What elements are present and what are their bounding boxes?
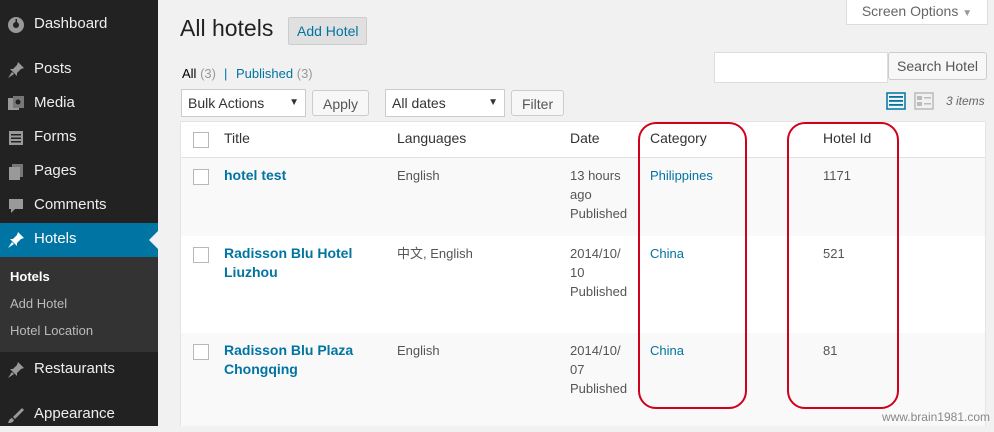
column-languages: Languages [397,130,467,146]
submenu-item-hotels[interactable]: Hotels [10,269,50,284]
list-view-icon[interactable] [886,92,906,110]
row-checkbox[interactable] [193,169,209,185]
sidebar-item-label: Pages [34,162,77,179]
hotel-title-line: Liuzhou [224,264,278,280]
hotel-date: 2014/10/ 10 Published [570,244,627,301]
screen-options-button[interactable]: Screen Options ▼ [846,0,988,25]
forms-icon [9,131,23,145]
date-line: 2014/10/ [570,246,621,261]
hotel-id-column-highlight [787,122,899,409]
date-status: Published [570,206,628,221]
caret-down-icon: ▼ [488,97,498,108]
apply-button[interactable]: Apply [312,90,370,116]
hotel-title-link[interactable]: Radisson Blu Hotel Liuzhou [224,244,352,282]
date-line: ago [570,187,592,202]
column-date[interactable]: Date [570,130,600,146]
bulk-actions-select[interactable]: Bulk Actions ▼ [181,89,306,117]
sidebar-item-comments[interactable]: Comments [0,189,158,223]
filter-published-count: (3) [296,66,313,81]
column-title[interactable]: Title [224,130,250,146]
filter-button[interactable]: Filter [511,90,565,116]
sidebar-item-pages[interactable]: Pages [0,155,158,189]
hotel-date: 2014/10/ 07 Published [570,341,627,398]
sidebar-item-media[interactable]: Media [0,87,158,121]
sidebar-item-hotels[interactable]: Hotels [0,223,158,257]
hotel-languages: English [397,343,440,358]
filter-all-label: All [182,66,197,81]
page-title: All hotels [180,15,274,41]
watermark-text: www.brain1981.com [881,410,990,424]
pin-icon [8,362,24,378]
dates-select[interactable]: All dates ▼ [385,89,505,117]
sidebar-item-label: Comments [34,196,107,213]
admin-sidebar: Dashboard Posts Media Forms Pages Commen… [0,0,158,426]
comments-icon [9,199,23,213]
sidebar-item-restaurants[interactable]: Restaurants [0,353,158,387]
caret-down-icon: ▼ [289,97,299,108]
date-line: 07 [570,362,585,377]
pages-icon [9,164,23,180]
sidebar-item-forms[interactable]: Forms [0,121,158,155]
active-arrow [149,231,158,249]
sidebar-item-label: Posts [34,60,72,77]
filter-separator: | [224,66,228,81]
appearance-icon [8,408,24,423]
screen-options-label: Screen Options [861,3,959,19]
pin-icon [8,232,24,248]
sidebar-item-label: Restaurants [34,360,115,377]
search-input[interactable] [714,52,888,83]
sidebar-item-label: Appearance [34,405,115,422]
date-line: 13 hours [570,168,621,183]
submenu-item-add-hotel[interactable]: Add Hotel [10,296,67,311]
sidebar-item-appearance[interactable]: Appearance [0,398,158,432]
date-line: 2014/10/ [570,343,621,358]
hotel-title-link[interactable]: Radisson Blu Plaza Chongqing [224,341,353,379]
items-count: 3 items [946,94,985,108]
filter-all-count: (3) [200,66,216,81]
category-column-highlight [638,122,747,409]
sidebar-item-dashboard[interactable]: Dashboard [0,8,158,42]
row-checkbox[interactable] [193,344,209,360]
add-hotel-button[interactable]: Add Hotel [288,17,368,45]
media-icon [8,96,24,110]
hotel-title-line: Radisson Blu Hotel [224,245,353,261]
filter-published[interactable]: Published (3) [236,66,313,81]
sidebar-item-label: Forms [34,128,77,145]
caret-down-icon: ▼ [962,8,973,19]
hotel-languages: English [397,168,440,183]
dashboard-icon [8,17,24,33]
search-hotel-button[interactable]: Search Hotel [888,52,987,80]
date-line: 10 [570,265,585,280]
hotel-languages: 中文, English [397,246,473,261]
sidebar-item-label: Dashboard [34,15,108,32]
date-status: Published [570,284,628,299]
dates-value: All dates [392,95,446,111]
hotel-date: 13 hours ago Published [570,166,627,223]
sidebar-item-label: Hotels [34,230,77,247]
sidebar-item-label: Media [34,94,75,111]
filter-all[interactable]: All (3) [182,66,216,81]
hotel-title-line: hotel test [224,167,287,183]
date-status: Published [570,381,628,396]
sidebar-item-posts[interactable]: Posts [0,53,158,87]
submenu-item-hotel-location[interactable]: Hotel Location [10,323,93,338]
bulk-actions-value: Bulk Actions [188,95,265,111]
hotel-title-link[interactable]: hotel test [224,166,286,185]
pin-icon [8,62,24,78]
excerpt-view-icon[interactable] [914,92,934,110]
hotel-title-line: Chongqing [224,361,298,377]
hotel-title-line: Radisson Blu Plaza [224,342,354,358]
filter-published-label: Published [236,66,294,81]
hotels-submenu: Hotels Add Hotel Hotel Location [0,257,158,352]
row-checkbox[interactable] [193,247,209,263]
select-all-checkbox[interactable] [193,132,209,148]
